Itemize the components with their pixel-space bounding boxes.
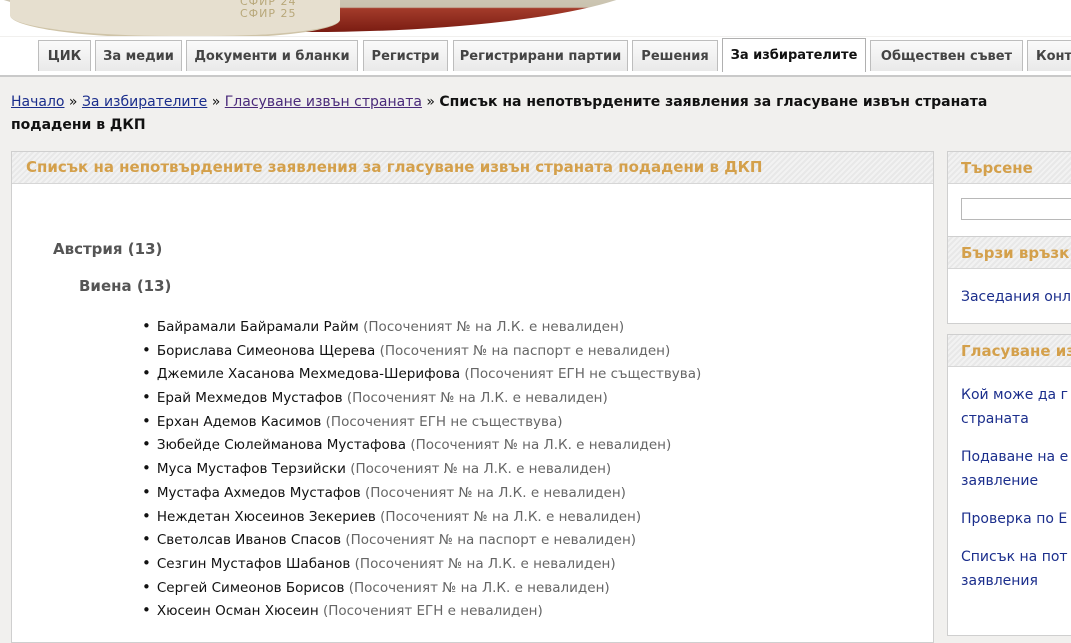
list-item: Джемиле Хасанова Мехмедова-Шерифова (Пос… (142, 362, 701, 386)
main-navigation-tabs: ЦИК За медии Документи и бланки Регистри… (0, 37, 1071, 77)
list-item: Хюсеин Осман Хюсеин (Посоченият ЕГН е не… (142, 599, 701, 623)
page-title: Списък на непотвърдените заявления за гл… (12, 152, 933, 184)
applications-list: Байрамали Байрамали Райм (Посоченият № н… (142, 315, 701, 623)
list-item: Зюбейде Сюлейманова Мустафова (Посочения… (142, 433, 701, 457)
sidebar-link-confirmed-list-cont[interactable]: заявления (961, 569, 1038, 593)
tab-documents[interactable]: Документи и бланки (186, 40, 358, 71)
list-item: Сезгин Мустафов Шабанов (Посоченият № на… (142, 552, 701, 576)
sidebar-link-sessions-online[interactable]: Заседания онл (961, 285, 1071, 309)
tab-public-council[interactable]: Обществен съвет (870, 40, 1023, 71)
list-item: Светолсав Иванов Спасов (Посоченият № на… (142, 528, 701, 552)
header-logo-text: СФИР 24 СФИР 25 (240, 0, 297, 20)
city-heading: Виена (13) (79, 277, 172, 295)
list-item: Байрамали Байрамали Райм (Посоченият № н… (142, 315, 701, 339)
breadcrumb: Начало » За избирателите » Гласуване изв… (11, 91, 1061, 137)
list-item: Неждетан Хюсеинов Зекериев (Посоченият №… (142, 505, 701, 529)
breadcrumb-voters-link[interactable]: За избирателите (82, 94, 207, 110)
search-input[interactable] (961, 198, 1071, 220)
tab-cik[interactable]: ЦИК (38, 40, 91, 71)
sidebar-abroad-links: Гласуване из Кой може да г страната Пода… (947, 334, 1071, 636)
sidebar-link-who-can-vote-cont[interactable]: страната (961, 407, 1029, 431)
main-content-panel: Списък на непотвърдените заявления за гл… (11, 151, 934, 643)
breadcrumb-home-link[interactable]: Начало (11, 94, 64, 110)
sidebar-search-box: Търсене (947, 151, 1071, 237)
sidebar-quick-title: Бързи връзк (948, 237, 1071, 269)
breadcrumb-abroad-link[interactable]: Гласуване извън страната (225, 94, 422, 110)
tab-media[interactable]: За медии (95, 40, 182, 71)
sidebar-link-who-can-vote[interactable]: Кой може да г (961, 383, 1068, 407)
list-item: Мустафа Ахмедов Мустафов (Посоченият № н… (142, 481, 701, 505)
list-item: Борислава Симеонова Щерева (Посоченият №… (142, 339, 701, 363)
sidebar-abroad-title: Гласуване из (948, 335, 1071, 367)
breadcrumb-separator: » (207, 94, 225, 110)
sidebar-quick-links: Бързи връзк Заседания онл (947, 236, 1071, 324)
country-heading: Австрия (13) (53, 240, 163, 258)
sidebar-link-submit-application-cont[interactable]: заявление (961, 469, 1038, 493)
tab-contacts[interactable]: Конт (1027, 40, 1071, 71)
tab-registered-parties[interactable]: Регистрирани партии (453, 40, 628, 71)
list-item: Сергей Симеонов Борисов (Посоченият № на… (142, 576, 701, 600)
list-item: Муса Мустафов Терзийски (Посоченият № на… (142, 457, 701, 481)
sidebar-link-submit-application[interactable]: Подаване на е (961, 445, 1068, 469)
sidebar-link-confirmed-list[interactable]: Списък на пот (961, 545, 1068, 569)
tab-registers[interactable]: Регистри (363, 40, 448, 71)
tab-for-voters[interactable]: За избирателите (722, 38, 866, 72)
sidebar-link-check-egn[interactable]: Проверка по Е (961, 507, 1067, 531)
breadcrumb-separator: » (64, 94, 82, 110)
header-banner: СФИР 24 СФИР 25 (0, 0, 1071, 36)
sidebar-search-title: Търсене (948, 152, 1071, 184)
tab-decisions[interactable]: Решения (632, 40, 718, 71)
list-item: Ерхан Адемов Касимов (Посоченият ЕГН не … (142, 410, 701, 434)
breadcrumb-separator: » (421, 94, 440, 110)
list-item: Ерай Мехмедов Мустафов (Посоченият № на … (142, 386, 701, 410)
